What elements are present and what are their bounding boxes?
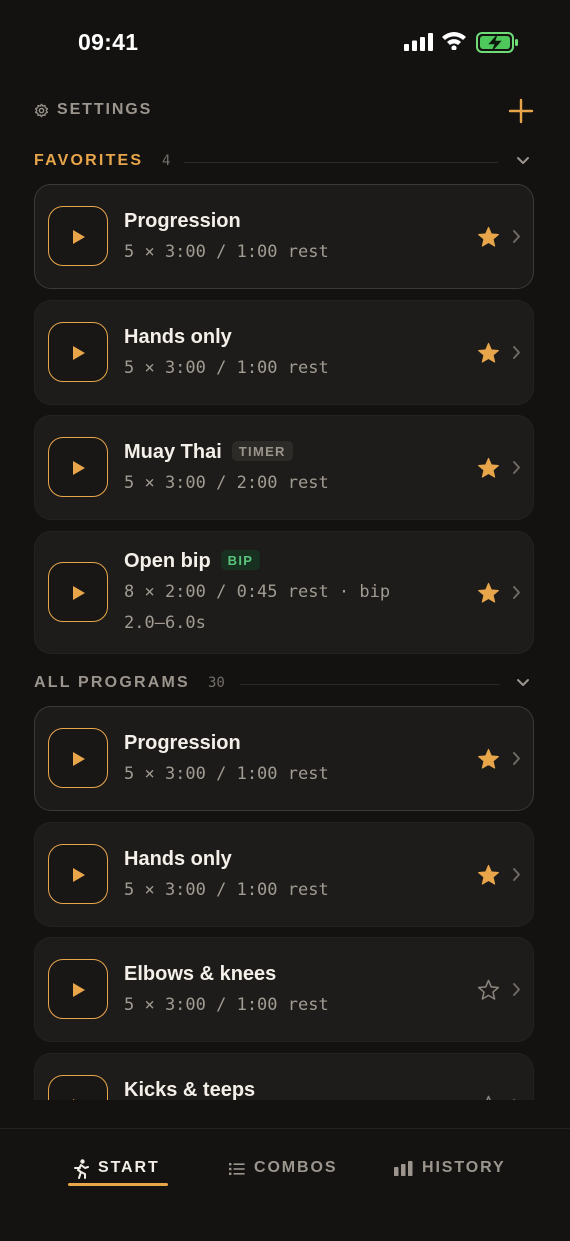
chevron-right-icon[interactable] <box>512 585 521 600</box>
favorites-section-header[interactable]: FAVORITES 4 <box>34 150 534 174</box>
program-card[interactable]: Elbows & knees 5 × 3:00 / 1:00 rest <box>34 937 534 1042</box>
star-filled-icon[interactable] <box>477 226 500 248</box>
program-subtitle: 8 × 2:00 / 0:45 rest · bip 2.0–6.0s <box>124 582 391 633</box>
chevron-right-icon[interactable] <box>512 345 521 360</box>
bip-badge: BIP <box>220 550 261 570</box>
favorite-program-card[interactable]: Muay Thai TIMER 5 × 3:00 / 2:00 rest <box>34 415 534 520</box>
chevron-down-icon[interactable] <box>516 156 530 166</box>
chevron-right-icon[interactable] <box>512 867 521 882</box>
section-divider <box>240 684 500 685</box>
program-title: Hands only <box>124 848 232 870</box>
all-programs-title: ALL PROGRAMS <box>34 674 190 691</box>
program-subtitle: 5 × 3:00 / 1:00 rest <box>124 995 329 1015</box>
favorites-title: FAVORITES <box>34 152 144 169</box>
star-filled-icon[interactable] <box>477 582 500 604</box>
play-icon <box>73 461 85 475</box>
scroll-clip <box>0 1100 570 1128</box>
play-button[interactable] <box>48 206 108 266</box>
top-row: SETTINGS <box>34 96 536 126</box>
play-button[interactable] <box>48 562 108 622</box>
favorite-program-card[interactable]: Hands only 5 × 3:00 / 1:00 rest <box>34 300 534 405</box>
program-title: Elbows & knees <box>124 963 277 985</box>
program-card[interactable]: Progression 5 × 3:00 / 1:00 rest <box>34 706 534 811</box>
play-button[interactable] <box>48 959 108 1019</box>
all-programs-section-header[interactable]: ALL PROGRAMS 30 <box>34 672 534 696</box>
favorites-count: 4 <box>162 153 171 169</box>
chevron-right-icon[interactable] <box>512 751 521 766</box>
section-divider <box>184 162 498 163</box>
favorite-program-card[interactable]: Open bip BIP 8 × 2:00 / 0:45 rest · bip 2… <box>34 531 534 654</box>
play-icon <box>73 983 85 997</box>
battery-charging-icon <box>476 32 518 53</box>
settings-link[interactable]: SETTINGS <box>57 101 152 119</box>
favorite-program-card[interactable]: Progression 5 × 3:00 / 1:00 rest <box>34 184 534 289</box>
chevron-right-icon[interactable] <box>512 460 521 475</box>
program-title: Muay Thai TIMER <box>124 441 293 464</box>
all-programs-count: 30 <box>208 675 225 691</box>
wifi-icon <box>442 32 466 50</box>
play-icon <box>73 586 85 600</box>
tab-start-label: START <box>98 1159 160 1176</box>
star-filled-icon[interactable] <box>477 457 500 479</box>
tab-history-label: HISTORY <box>422 1159 506 1176</box>
play-button[interactable] <box>48 844 108 904</box>
program-subtitle: 5 × 3:00 / 1:00 rest <box>124 242 329 262</box>
play-icon <box>73 230 85 244</box>
chevron-down-icon[interactable] <box>516 678 530 688</box>
status-bar: 09:41 <box>0 0 570 84</box>
program-title: Progression <box>124 732 241 754</box>
tab-start[interactable]: START <box>72 1155 168 1185</box>
tab-combos-label: COMBOS <box>254 1159 338 1176</box>
list-icon <box>229 1163 245 1175</box>
play-icon <box>73 346 85 360</box>
star-outline-icon[interactable] <box>477 979 500 1001</box>
cellular-signal-icon <box>404 33 433 51</box>
play-button[interactable] <box>48 322 108 382</box>
star-filled-icon[interactable] <box>477 342 500 364</box>
add-program-button[interactable] <box>508 98 534 124</box>
settings-gear-icon[interactable] <box>34 103 49 118</box>
tab-combos[interactable]: COMBOS <box>229 1155 343 1185</box>
chevron-right-icon[interactable] <box>512 229 521 244</box>
timer-badge: TIMER <box>231 441 293 461</box>
status-time: 09:41 <box>78 29 139 55</box>
program-subtitle: 5 × 3:00 / 1:00 rest <box>124 358 329 378</box>
program-subtitle: 5 × 3:00 / 1:00 rest <box>124 764 329 784</box>
bar-chart-icon <box>394 1161 413 1176</box>
program-subtitle: 5 × 3:00 / 2:00 rest <box>124 473 329 493</box>
active-tab-indicator <box>68 1183 168 1186</box>
program-title: Hands only <box>124 326 232 348</box>
play-icon <box>73 752 85 766</box>
play-icon <box>73 868 85 882</box>
tab-bar: START COMBOS HISTORY <box>0 1128 570 1241</box>
program-card[interactable]: Hands only 5 × 3:00 / 1:00 rest <box>34 822 534 927</box>
play-button[interactable] <box>48 437 108 497</box>
tab-history[interactable]: HISTORY <box>394 1155 514 1185</box>
program-title: Progression <box>124 210 241 232</box>
runner-icon <box>74 1159 89 1179</box>
star-filled-icon[interactable] <box>477 864 500 886</box>
program-title: Kicks & teeps <box>124 1079 256 1101</box>
chevron-right-icon[interactable] <box>512 982 521 997</box>
program-subtitle: 5 × 3:00 / 1:00 rest <box>124 880 329 900</box>
play-button[interactable] <box>48 728 108 788</box>
star-filled-icon[interactable] <box>477 748 500 770</box>
program-title: Open bip BIP <box>124 550 261 573</box>
